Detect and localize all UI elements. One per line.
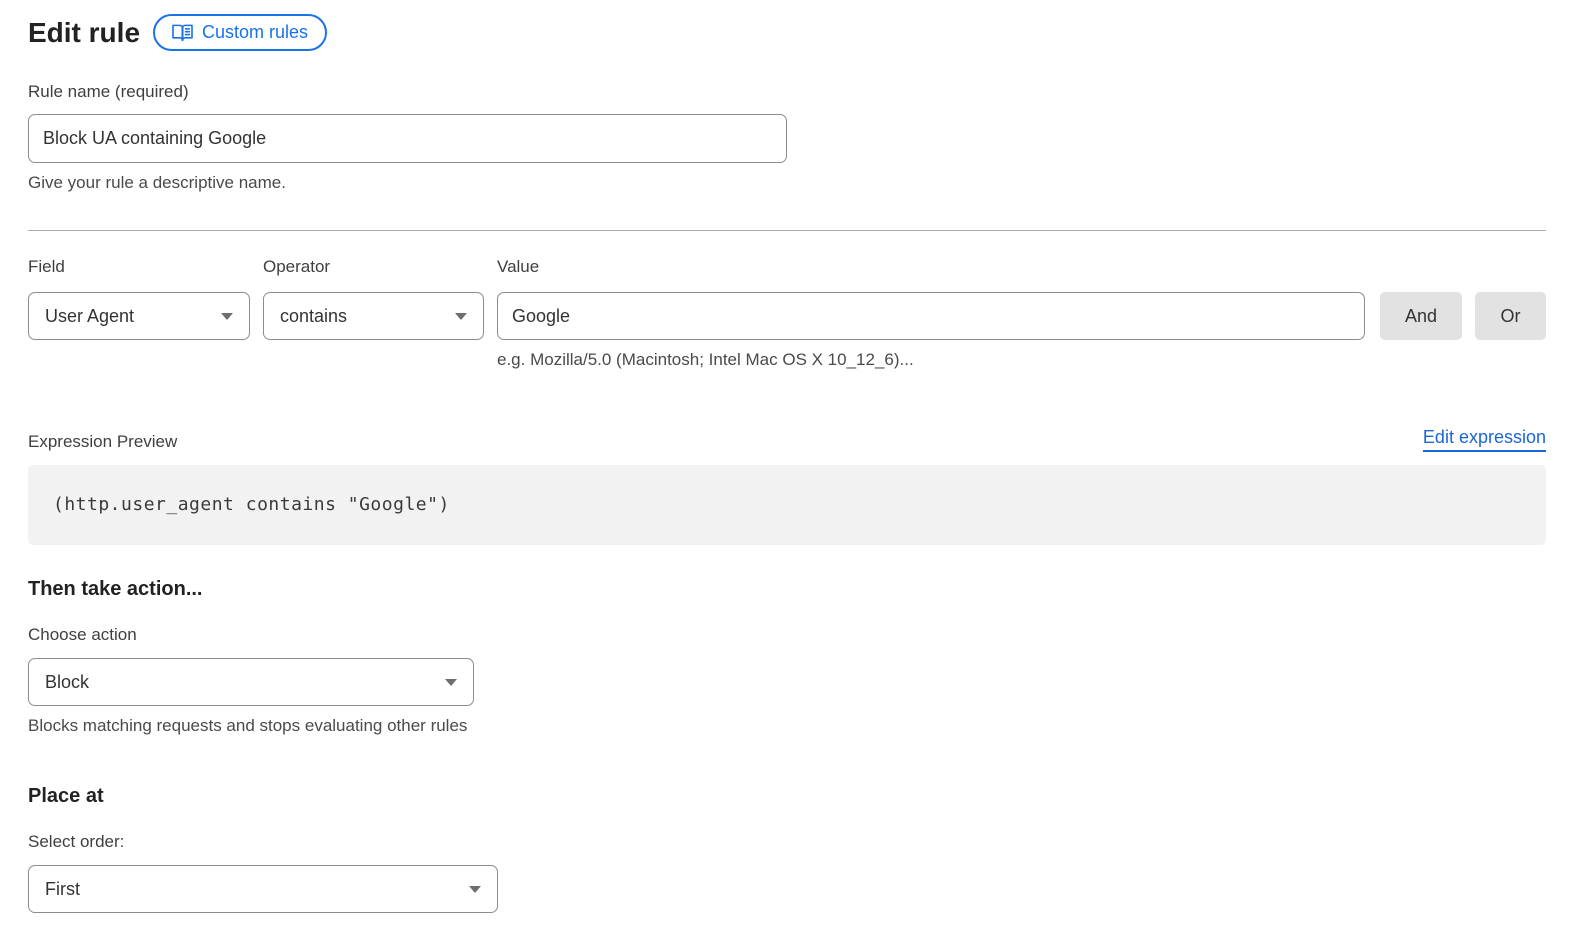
expression-preview-header: Expression Preview Edit expression — [28, 427, 1546, 452]
field-select[interactable]: User Agent — [28, 292, 250, 340]
and-button[interactable]: And — [1380, 292, 1462, 340]
edit-rule-form: Edit rule Custom rules Rule name (requir… — [0, 0, 1587, 913]
custom-rules-badge-label: Custom rules — [202, 22, 308, 43]
select-order-label: Select order: — [28, 832, 1546, 852]
operator-label: Operator — [263, 257, 484, 277]
or-button[interactable]: Or — [1475, 292, 1546, 340]
expression-preview-code: (http.user_agent contains "Google") — [28, 465, 1546, 545]
field-label: Field — [28, 257, 250, 277]
chevron-down-icon — [221, 313, 233, 320]
operator-select-value: contains — [280, 306, 347, 327]
choose-action-label: Choose action — [28, 625, 1546, 645]
field-column: Field User Agent — [28, 257, 250, 340]
page-title: Edit rule — [28, 14, 140, 51]
edit-expression-link[interactable]: Edit expression — [1423, 427, 1546, 452]
expression-builder-row: Field User Agent Operator contains Value… — [28, 257, 1546, 370]
chevron-down-icon — [455, 313, 467, 320]
value-input[interactable] — [497, 292, 1365, 340]
order-select[interactable]: First — [28, 865, 498, 913]
operator-column: Operator contains — [263, 257, 484, 340]
operator-select[interactable]: contains — [263, 292, 484, 340]
rule-name-label: Rule name (required) — [28, 82, 1546, 102]
placement-section-heading: Place at — [28, 785, 1546, 808]
expression-preview-label: Expression Preview — [28, 432, 177, 452]
chevron-down-icon — [469, 886, 481, 893]
rule-name-help: Give your rule a descriptive name. — [28, 172, 1546, 193]
value-label: Value — [497, 257, 1365, 277]
action-select-value: Block — [45, 672, 89, 693]
action-select[interactable]: Block — [28, 658, 474, 706]
value-help: e.g. Mozilla/5.0 (Macintosh; Intel Mac O… — [497, 349, 1365, 370]
section-divider — [28, 230, 1546, 231]
chevron-down-icon — [445, 679, 457, 686]
connector-buttons: And Or — [1380, 257, 1546, 340]
book-icon — [172, 23, 193, 42]
custom-rules-badge[interactable]: Custom rules — [153, 14, 327, 51]
action-section-heading: Then take action... — [28, 578, 1546, 601]
order-select-value: First — [45, 879, 80, 900]
field-select-value: User Agent — [45, 306, 134, 327]
value-column: Value e.g. Mozilla/5.0 (Macintosh; Intel… — [497, 257, 1365, 370]
action-help: Blocks matching requests and stops evalu… — [28, 715, 1546, 736]
rule-name-input[interactable] — [28, 114, 787, 163]
page-header: Edit rule Custom rules — [28, 14, 1546, 51]
